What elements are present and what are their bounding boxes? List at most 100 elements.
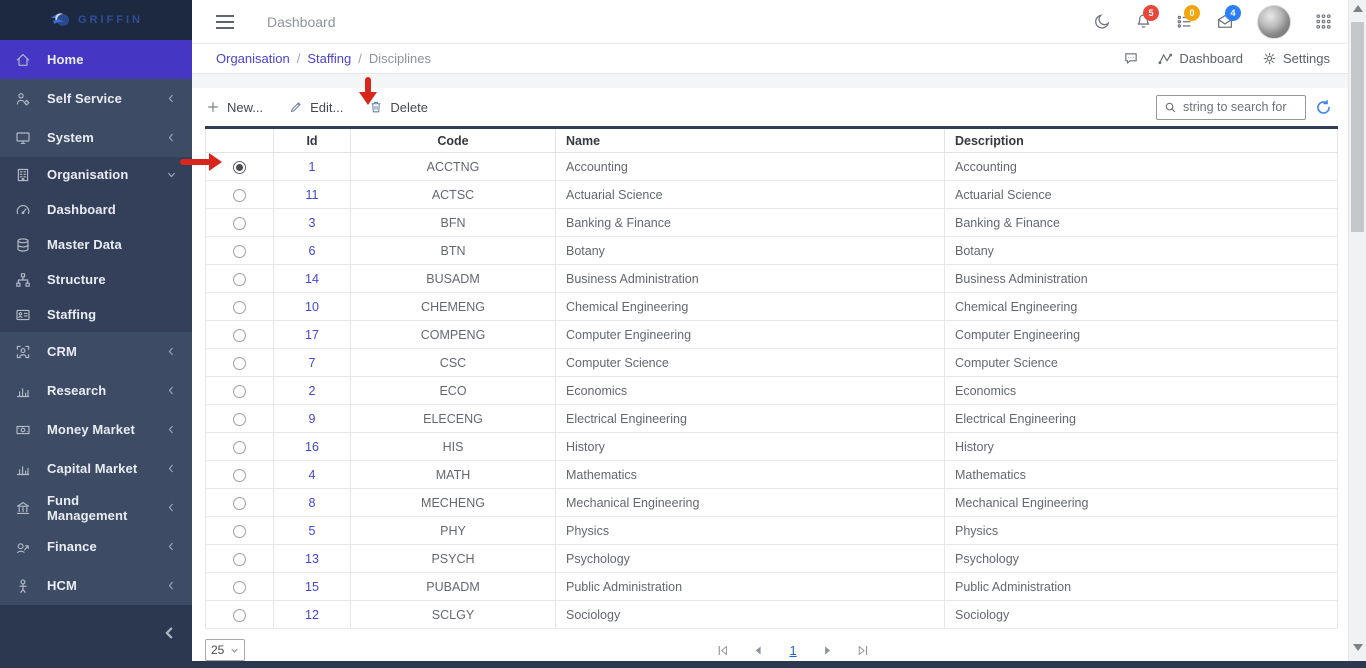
sidebar-item[interactable]: Fund Management	[0, 488, 192, 527]
search-area	[1156, 95, 1332, 120]
row-select-radio[interactable]	[233, 469, 246, 482]
previous-page-button[interactable]	[752, 644, 764, 657]
row-id-link[interactable]: 16	[305, 440, 319, 454]
new-button[interactable]: New...	[206, 100, 263, 115]
row-description: Business Administration	[945, 265, 1338, 293]
row-id-link[interactable]: 11	[306, 188, 319, 202]
row-id-link[interactable]: 1	[309, 160, 316, 174]
row-id-link[interactable]: 17	[305, 328, 319, 342]
menu-toggle-button[interactable]	[214, 11, 236, 33]
first-page-button[interactable]	[716, 644, 729, 657]
row-id-link[interactable]: 2	[309, 384, 316, 398]
row-id-link[interactable]: 14	[305, 272, 319, 286]
row-select-radio[interactable]	[233, 189, 246, 202]
sidebar-item[interactable]: Finance	[0, 527, 192, 566]
row-select-radio[interactable]	[233, 245, 246, 258]
row-name: Botany	[556, 237, 945, 265]
row-id-link[interactable]: 4	[309, 468, 316, 482]
row-name: Physics	[556, 517, 945, 545]
row-code: CSC	[351, 349, 556, 377]
page-size-select[interactable]: 25	[205, 639, 245, 661]
sidebar-item[interactable]: CRM	[0, 332, 192, 371]
row-select-radio[interactable]	[233, 329, 246, 342]
table-row: 15 PUBADM Public Administration Public A…	[206, 573, 1338, 601]
search-input[interactable]	[1183, 100, 1298, 114]
row-id-link[interactable]: 8	[309, 496, 316, 510]
sidebar-item[interactable]: HCM	[0, 566, 192, 605]
sidebar-item[interactable]: Organisation	[0, 157, 192, 192]
sidebar-item[interactable]: Staffing	[0, 297, 192, 332]
row-select-radio[interactable]	[233, 497, 246, 510]
collapse-sidebar-button[interactable]	[162, 626, 176, 640]
row-id-link[interactable]: 15	[305, 580, 319, 594]
row-select-radio[interactable]	[233, 581, 246, 594]
dark-mode-moon-icon[interactable]	[1093, 13, 1111, 31]
sidebar-item[interactable]: System	[0, 118, 192, 157]
row-code: MECHENG	[351, 489, 556, 517]
delete-button[interactable]: Delete	[369, 100, 428, 115]
sidebar-item[interactable]: Money Market	[0, 410, 192, 449]
row-select-radio[interactable]	[233, 273, 246, 286]
row-id-link[interactable]: 5	[309, 524, 316, 538]
row-id-link[interactable]: 13	[305, 552, 319, 566]
apps-grid-icon[interactable]	[1314, 13, 1332, 31]
sidebar-item-label: Staffing	[47, 307, 151, 322]
row-select-radio[interactable]	[233, 441, 246, 454]
row-id-link[interactable]: 12	[305, 608, 319, 622]
user-avatar[interactable]	[1257, 5, 1291, 39]
last-page-button[interactable]	[857, 644, 870, 657]
topbar-actions: 5 0 4	[1093, 5, 1332, 39]
sidebar-item[interactable]: Master Data	[0, 227, 192, 262]
row-select-radio[interactable]	[233, 413, 246, 426]
row-select-radio[interactable]	[233, 217, 246, 230]
messages-mail-icon[interactable]: 4	[1216, 13, 1234, 31]
scroll-up-arrow[interactable]	[1353, 5, 1363, 12]
sidebar-item[interactable]: Structure	[0, 262, 192, 297]
sidebar-item-chevron	[166, 541, 179, 552]
table-row: 2 ECO Economics Economics	[206, 377, 1338, 405]
settings-button[interactable]: Settings	[1262, 51, 1330, 66]
next-page-button[interactable]	[822, 644, 834, 657]
row-select-radio[interactable]	[233, 525, 246, 538]
app-logo[interactable]: GRIFFIN	[0, 0, 192, 40]
row-select-radio[interactable]	[233, 609, 246, 622]
quickbar: Dashboard Settings	[1123, 51, 1330, 66]
sidebar-item-label: Fund Management	[47, 493, 151, 523]
pencil-icon	[289, 100, 303, 114]
row-select-radio[interactable]	[233, 357, 246, 370]
row-select-radio[interactable]	[233, 161, 246, 174]
sidebar-item[interactable]: Self Service	[0, 79, 192, 118]
row-select-radio[interactable]	[233, 385, 246, 398]
scrollbar-thumb[interactable]	[1351, 22, 1364, 232]
row-select-radio[interactable]	[233, 301, 246, 314]
current-page-link[interactable]: 1	[787, 643, 798, 658]
row-id-link[interactable]: 7	[309, 356, 316, 370]
row-id-link[interactable]: 10	[305, 300, 319, 314]
sidebar-item-icon	[15, 422, 32, 438]
sidebar-item[interactable]: Capital Market	[0, 449, 192, 488]
refresh-icon[interactable]	[1315, 99, 1332, 116]
edit-button[interactable]: Edit...	[289, 100, 343, 115]
scroll-down-arrow[interactable]	[1353, 644, 1363, 651]
table-row: 7 CSC Computer Science Computer Science	[206, 349, 1338, 377]
quick-dashboard-button[interactable]: Dashboard	[1158, 51, 1243, 66]
row-id-link[interactable]: 3	[309, 216, 316, 230]
breadcrumb-staffing[interactable]: Staffing	[307, 51, 351, 66]
row-id-link[interactable]: 6	[309, 244, 316, 258]
breadcrumb-organisation[interactable]: Organisation	[216, 51, 290, 66]
sidebar-item-chevron	[166, 424, 179, 435]
comments-button[interactable]	[1123, 51, 1139, 66]
table-row: 11 ACTSC Actuarial Science Actuarial Sci…	[206, 181, 1338, 209]
tasks-list-icon[interactable]: 0	[1175, 13, 1193, 31]
sidebar-item[interactable]: Dashboard	[0, 192, 192, 227]
row-id-link[interactable]: 9	[309, 412, 316, 426]
row-name: Business Administration	[556, 265, 945, 293]
sidebar-item-label: Organisation	[47, 167, 151, 182]
sidebar-item[interactable]: Home	[0, 40, 192, 79]
sidebar-item[interactable]: Research	[0, 371, 192, 410]
sidebar-item-chevron	[166, 580, 179, 591]
comment-bubble-icon	[1123, 51, 1139, 66]
notifications-bell-icon[interactable]: 5	[1134, 13, 1152, 31]
row-code: PSYCH	[351, 545, 556, 573]
row-select-radio[interactable]	[233, 553, 246, 566]
